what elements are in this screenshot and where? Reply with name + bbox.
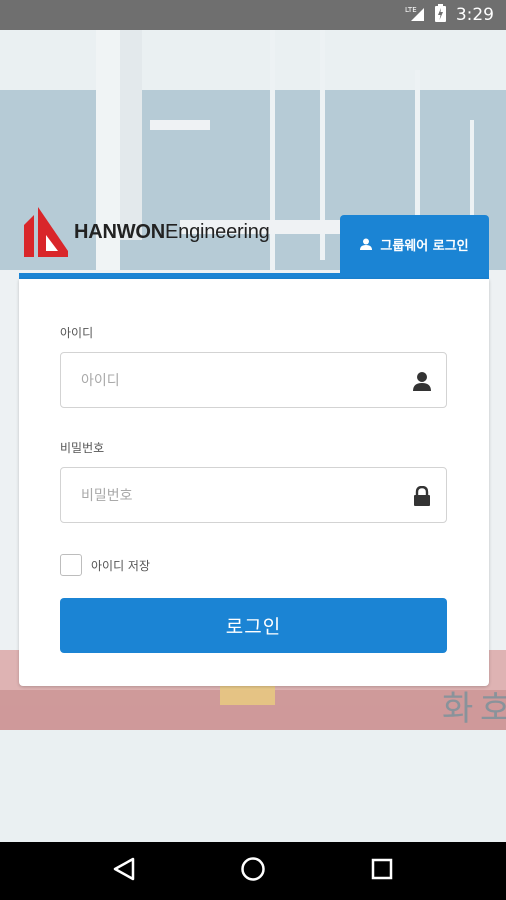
id-input[interactable] [79,353,403,409]
back-icon[interactable] [113,857,135,885]
password-input[interactable] [79,468,403,524]
login-card: 아이디 비밀번호 아이디 저장 로그인 [19,279,489,686]
signal-icon: LTE [405,4,425,26]
home-icon[interactable] [240,856,266,886]
logo-mark-icon [24,207,68,257]
logo-text: HANWONEngineering [74,220,270,243]
id-field[interactable] [60,352,447,409]
user-icon [360,238,373,250]
navigation-bar [0,842,506,900]
status-bar: LTE 3:29 [0,0,506,30]
hanwon-logo: HANWONEngineering [24,206,270,258]
remember-id-checkbox[interactable] [60,554,82,576]
login-button[interactable]: 로그인 [60,598,447,653]
clock: 3:29 [455,5,494,25]
password-field[interactable] [60,467,447,524]
remember-id-label: 아이디 저장 [91,558,151,573]
password-label: 비밀번호 [60,441,105,455]
lock-icon [414,486,430,506]
id-label: 아이디 [60,326,94,340]
user-icon [413,372,431,391]
tab-groupware-login[interactable]: 그룹웨어 로그인 [340,215,489,273]
recents-icon[interactable] [371,858,393,884]
tab-label: 그룹웨어 로그인 [380,238,469,254]
battery-icon [434,4,446,26]
svg-text:LTE: LTE [405,6,417,14]
remember-id[interactable]: 아이디 저장 [60,554,150,576]
